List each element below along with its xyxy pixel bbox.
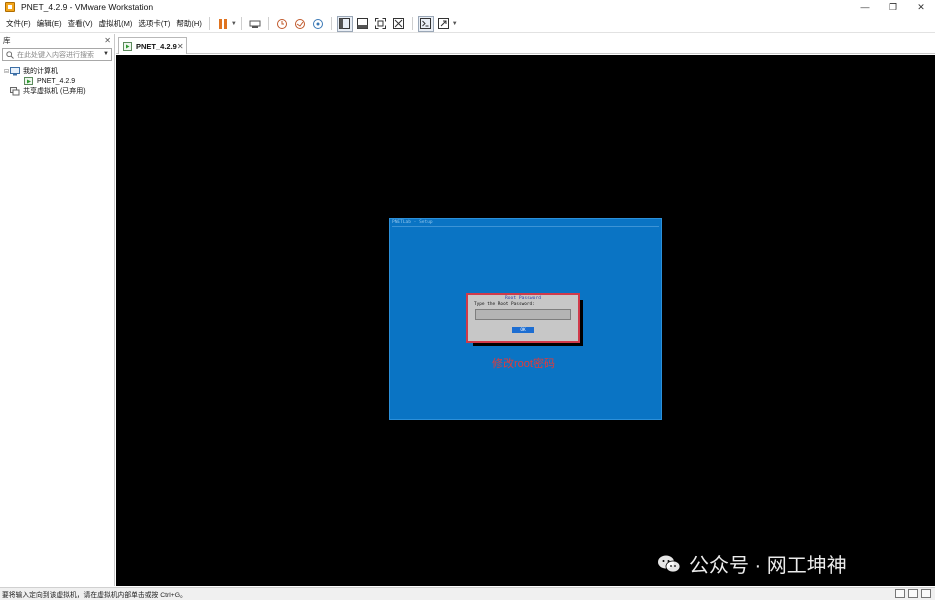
unity-icon[interactable] <box>391 16 407 32</box>
vmware-app-icon <box>5 2 15 12</box>
show-library-icon[interactable] <box>336 15 353 32</box>
send-ctrl-alt-del-icon[interactable] <box>247 16 263 32</box>
title-bar: PNET_4.2.9 - VMware Workstation — ❐ ✕ <box>0 0 935 14</box>
stretch-guest-icon[interactable] <box>436 16 452 32</box>
toolbar-separator <box>330 17 332 30</box>
dialog-prompt: Type the Root Password: <box>474 302 535 307</box>
toolbar-separator <box>267 17 269 30</box>
tab-strip: PNET_4.2.9 ✕ <box>116 34 935 54</box>
root-password-dialog: Root Password Type the Root Password: OK <box>466 293 580 343</box>
setup-title-rule <box>392 226 659 227</box>
toolbar-separator <box>411 17 413 30</box>
ok-button[interactable]: OK <box>512 327 534 333</box>
search-icon <box>6 50 14 59</box>
tree-item-my-computer[interactable]: ⊟ 我的计算机 <box>0 66 114 76</box>
computer-icon <box>10 66 20 76</box>
menu-vm[interactable]: 虚拟机(M) <box>96 18 136 29</box>
shared-vm-icon <box>10 86 20 96</box>
tab-pnet[interactable]: PNET_4.2.9 ✕ <box>118 37 187 54</box>
root-password-input[interactable] <box>475 309 571 320</box>
close-icon[interactable]: ✕ <box>907 0 935 14</box>
tree-item-label: 我的计算机 <box>23 68 58 75</box>
menu-tabs[interactable]: 选项卡(T) <box>135 18 173 29</box>
pause-dropdown-icon[interactable]: ▼ <box>231 21 237 27</box>
menu-edit[interactable]: 编辑(E) <box>34 18 65 29</box>
watermark-text: 公众号 · 网工坤神 <box>689 555 847 577</box>
window-controls: — ❐ ✕ <box>851 0 935 14</box>
collapse-icon[interactable]: ⊟ <box>3 68 10 75</box>
library-search-input[interactable]: 在此处键入内容进行搜索 ▼ <box>2 48 112 61</box>
vm-home-icon <box>123 41 132 51</box>
toolbar-separator <box>240 17 242 30</box>
pause-icon[interactable] <box>215 16 231 32</box>
watermark-right: 公众号 · 网工坤神 <box>657 549 847 578</box>
search-placeholder: 在此处键入内容进行搜索 <box>17 51 94 59</box>
vm-guest-screen[interactable]: PNETLab - Setup Root Password Type the R… <box>389 218 662 420</box>
revert-snapshot-icon[interactable] <box>292 16 308 32</box>
status-icons <box>892 589 931 598</box>
menu-bar: 文件(F) 编辑(E) 查看(V) 虚拟机(M) 选项卡(T) 帮助(H) ▼ … <box>0 15 935 33</box>
display-device-icon[interactable] <box>908 589 918 598</box>
library-header: 库 ✕ <box>0 34 114 47</box>
tree-item-pnet[interactable]: PNET_4.2.9 <box>0 76 114 86</box>
stretch-dropdown-icon[interactable]: ▼ <box>452 21 458 27</box>
tree-item-label: 共享虚拟机 (已弃用) <box>23 88 86 95</box>
setup-title: PNETLab - Setup <box>392 220 433 225</box>
menu-file[interactable]: 文件(F) <box>3 18 34 29</box>
status-bar: 要将输入定向到该虚拟机，请在虚拟机内部单击或按 Ctrl+G。 <box>0 587 935 600</box>
vm-console[interactable]: PNETLab - Setup Root Password Type the R… <box>116 55 935 586</box>
menu-view[interactable]: 查看(V) <box>65 18 96 29</box>
library-panel: 库 ✕ 在此处键入内容进行搜索 ▼ ⊟ 我的计算机 PNET_4.2.9 共享虚… <box>0 34 115 586</box>
menu-help[interactable]: 帮助(H) <box>173 18 204 29</box>
vm-running-icon <box>24 76 34 86</box>
chevron-down-icon[interactable]: ▼ <box>103 51 109 57</box>
tab-label: PNET_4.2.9 <box>136 41 177 51</box>
window-title: PNET_4.2.9 - VMware Workstation <box>21 2 154 12</box>
annotation-label: 修改root密码 <box>492 358 555 370</box>
dialog-title: Root Password <box>505 296 541 301</box>
snapshot-manager-icon[interactable] <box>310 16 326 32</box>
library-tree: ⊟ 我的计算机 PNET_4.2.9 共享虚拟机 (已弃用) <box>0 66 114 96</box>
tree-item-label: PNET_4.2.9 <box>37 77 76 85</box>
full-screen-icon[interactable] <box>373 16 389 32</box>
close-icon[interactable]: ✕ <box>104 36 111 45</box>
network-device-icon[interactable] <box>895 589 905 598</box>
message-log-icon[interactable] <box>921 589 931 598</box>
tree-item-shared-vms[interactable]: 共享虚拟机 (已弃用) <box>0 86 114 96</box>
thumbnail-bar-icon[interactable] <box>355 16 371 32</box>
restore-icon[interactable]: ❐ <box>879 0 907 14</box>
toolbar-separator <box>208 17 210 30</box>
console-view-icon[interactable] <box>417 15 434 32</box>
library-title: 库 <box>3 36 11 45</box>
snapshot-icon[interactable] <box>274 16 290 32</box>
minimize-icon[interactable]: — <box>851 0 879 14</box>
status-text: 要将输入定向到该虚拟机，请在虚拟机内部单击或按 Ctrl+G。 <box>2 592 187 599</box>
wechat-icon <box>657 554 681 574</box>
close-icon[interactable]: ✕ <box>177 42 184 51</box>
